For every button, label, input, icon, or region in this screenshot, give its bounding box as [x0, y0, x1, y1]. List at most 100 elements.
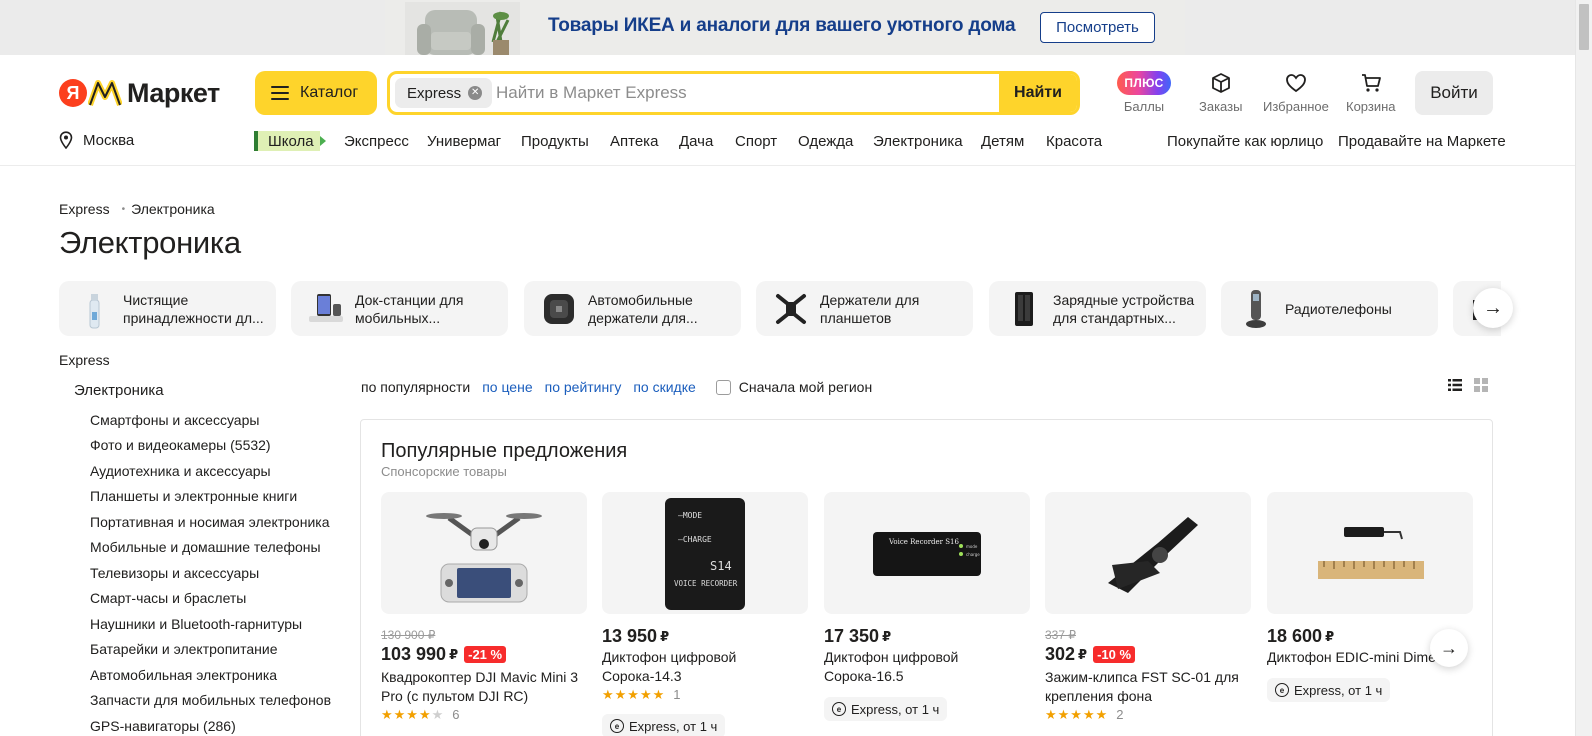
product-name[interactable]: Диктофон цифровой Сорока-14.3 [602, 648, 808, 686]
product-image[interactable] [1045, 492, 1251, 614]
sort-popular[interactable]: по популярности [361, 379, 470, 395]
voice-recorder-image: —MODE —CHARGE S14 VOICE RECORDER [665, 498, 745, 610]
sidebar-item[interactable]: Планшеты и электронные книги [90, 488, 297, 504]
view-switcher [1448, 378, 1488, 392]
page-scrollbar[interactable] [1575, 0, 1592, 736]
sort-price[interactable]: по цене [482, 379, 532, 395]
express-delivery-tag: e Express, от 1 ч [824, 697, 948, 721]
svg-text:—MODE: —MODE [678, 511, 702, 520]
sidebar-item[interactable]: Смарт-часы и браслеты [90, 590, 246, 606]
category-next-arrow-icon[interactable]: → [1473, 288, 1513, 328]
sidebar-root-link[interactable]: Express [59, 352, 110, 368]
nav-item-department-store[interactable]: Универмаг [427, 133, 501, 150]
sidebar-item[interactable]: Наушники и Bluetooth-гарнитуры [90, 616, 302, 632]
city-selector[interactable]: Москва [59, 131, 134, 149]
my-region-label: Сначала мой регион [738, 379, 873, 395]
sidebar-item[interactable]: Телевизоры и аксессуары [90, 565, 259, 581]
nav-item-electronics[interactable]: Электроника [873, 133, 963, 150]
nav-item-express[interactable]: Экспресс [344, 133, 409, 150]
category-card[interactable]: Автомобильные держатели для... [524, 281, 741, 336]
market-m-icon [88, 80, 122, 107]
my-region-checkbox[interactable]: Сначала мой регион [715, 379, 873, 395]
orders-link[interactable]: Заказы [1199, 71, 1242, 114]
nav-item-garden[interactable]: Дача [679, 133, 713, 150]
sidebar-item[interactable]: Автомобильная электроника [90, 667, 277, 683]
sidebar-item[interactable]: Портативная и носимая электроника [90, 514, 329, 530]
login-button[interactable]: Войти [1415, 71, 1493, 115]
sort-discount[interactable]: по скидке [633, 379, 695, 395]
checkbox-icon[interactable] [715, 379, 731, 395]
category-card[interactable]: Зарядные устройства для стандартных... [989, 281, 1206, 336]
promo-banner[interactable]: Товары ИКЕА и аналоги для вашего уютного… [0, 0, 1575, 55]
product-name[interactable]: Диктофон цифровой Сорока-16.5 [824, 648, 1030, 686]
express-icon: e [610, 719, 624, 733]
review-count: 1 [673, 687, 681, 702]
review-count: 2 [1116, 707, 1124, 722]
currency: ₽ [1325, 628, 1335, 644]
buy-as-business-link[interactable]: Покупайте как юрлицо [1167, 133, 1323, 150]
old-price: 130 900 ₽ [381, 628, 436, 642]
product-image[interactable] [1267, 492, 1473, 614]
sidebar-item[interactable]: Мобильные и домашние телефоны [90, 539, 321, 555]
nav-item-sport[interactable]: Спорт [735, 133, 777, 150]
search-scope-chip[interactable]: Express ✕ [395, 78, 493, 108]
popular-title: Популярные предложения [381, 440, 628, 462]
product-card[interactable]: 130 900 ₽ 103 990 ₽ -21 % Квадрокоптер D… [381, 492, 587, 722]
nav-item-kids[interactable]: Детям [981, 133, 1024, 150]
menu-icon [271, 86, 289, 100]
cart-label: Корзина [1346, 99, 1396, 114]
nav-item-school[interactable]: Школа [254, 131, 326, 151]
favorites-link[interactable]: Избранное [1263, 71, 1329, 114]
sort-rating[interactable]: по рейтингу [545, 379, 622, 395]
category-card[interactable]: Док-станции для мобильных... [291, 281, 508, 336]
drone-image [426, 513, 542, 603]
market-logo[interactable]: Я Маркет [59, 78, 220, 108]
product-card[interactable]: —MODE —CHARGE S14 VOICE RECORDER 13 950 … [602, 492, 808, 736]
nav-row: Москва Школа Экспресс Универмаг Продукты… [0, 131, 1575, 153]
product-image[interactable] [381, 492, 587, 614]
nav-item-groceries[interactable]: Продукты [521, 133, 589, 150]
product-card[interactable]: 18 600 ₽ Диктофон EDIC-mini Dime... e Exp… [1267, 492, 1473, 702]
search-input[interactable] [496, 78, 976, 108]
header: Я Маркет Каталог Express ✕ Найти ПЛЮС Ба… [0, 55, 1575, 166]
currency: ₽ [449, 646, 459, 662]
express-icon: e [1275, 683, 1289, 697]
grid-view-icon[interactable] [1474, 378, 1488, 392]
promo-view-button[interactable]: Посмотреть [1040, 12, 1155, 43]
catalog-button[interactable]: Каталог [255, 71, 377, 115]
popular-subtitle: Спонсорские товары [381, 464, 507, 479]
sidebar-item[interactable]: Фото и видеокамеры (5532) [90, 437, 271, 453]
category-card[interactable]: Чистящие принадлежности дл... [59, 281, 276, 336]
category-card[interactable]: Держатели для планшетов [756, 281, 973, 336]
category-card[interactable]: Радиотелефоны [1221, 281, 1438, 336]
sidebar-item[interactable]: Батарейки и электропитание [90, 641, 277, 657]
product-image[interactable]: —MODE —CHARGE S14 VOICE RECORDER [602, 492, 808, 614]
clear-scope-icon[interactable]: ✕ [468, 86, 483, 100]
sidebar-item[interactable]: GPS-навигаторы (286) [90, 718, 236, 734]
search-button[interactable]: Найти [999, 74, 1077, 112]
product-image[interactable]: Voice Recorder S16 mode charge [824, 492, 1030, 614]
points-label: Баллы [1123, 99, 1165, 114]
sidebar-item[interactable]: Аудиотехника и аксессуары [90, 463, 271, 479]
popular-next-arrow-icon[interactable]: → [1430, 629, 1468, 667]
breadcrumb-electronics[interactable]: Электроника [131, 201, 215, 217]
product-card[interactable]: Voice Recorder S16 mode charge 17 350 ₽ … [824, 492, 1030, 721]
nav-item-beauty[interactable]: Красота [1046, 133, 1102, 150]
sort-bar: по популярности по цене по рейтингу по с… [361, 377, 872, 397]
svg-text:mode: mode [966, 544, 978, 549]
list-view-icon[interactable] [1448, 378, 1462, 392]
cart-link[interactable]: Корзина [1346, 71, 1396, 114]
sidebar-item[interactable]: Запчасти для мобильных телефонов [90, 692, 331, 708]
nav-item-pharmacy[interactable]: Аптека [610, 133, 658, 150]
breadcrumb-express[interactable]: Express [59, 201, 110, 217]
product-name[interactable]: Квадрокоптер DJI Mavic Mini 3 Pro (с пул… [381, 668, 587, 706]
product-name[interactable]: Зажим-клипса FST SC-01 для крепления фон… [1045, 668, 1251, 706]
category-label: Держатели для планшетов [820, 291, 920, 326]
scrollbar-thumb[interactable] [1579, 4, 1589, 50]
product-card[interactable]: 337 ₽ 302 ₽ -10 % Зажим-клипса FST SC-01… [1045, 492, 1251, 722]
sell-on-market-link[interactable]: Продавайте на Маркете [1338, 133, 1506, 150]
rating-stars: ★★★★★ 6 [381, 707, 460, 722]
sidebar-item[interactable]: Смартфоны и аксессуары [90, 412, 259, 428]
nav-item-clothing[interactable]: Одежда [798, 133, 853, 150]
points-link[interactable]: ПЛЮС Баллы [1117, 71, 1171, 114]
